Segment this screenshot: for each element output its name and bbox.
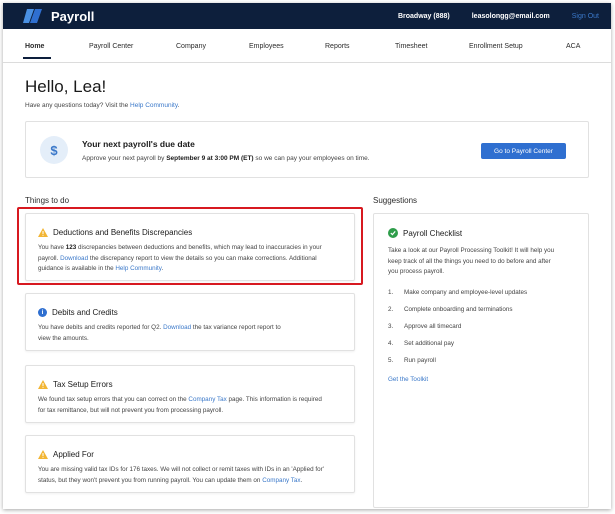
due-text-1: Approve your next payroll by bbox=[82, 155, 167, 162]
main-nav: Home Payroll Center Company Employees Re… bbox=[3, 29, 611, 63]
warning-icon bbox=[38, 450, 48, 459]
step-label: Make company and employee-level updates bbox=[404, 289, 528, 296]
nav-company[interactable]: Company bbox=[176, 43, 206, 50]
help-prompt-end: . bbox=[177, 102, 180, 109]
app-window: Payroll Broadway (888) leasolongg@email.… bbox=[3, 3, 611, 509]
checklist-step: 1. Make company and employee-level update… bbox=[388, 289, 527, 306]
active-tab-indicator bbox=[23, 57, 51, 59]
sign-out-link[interactable]: Sign Out bbox=[572, 13, 599, 20]
check-icon bbox=[388, 228, 398, 238]
debits-credits-card: i Debits and Credits You have debits and… bbox=[25, 293, 355, 351]
step-number: 1. bbox=[388, 289, 394, 296]
checklist-step: 3. Approve all timecard bbox=[388, 323, 527, 340]
tax-setup-card-title: Tax Setup Errors bbox=[53, 380, 113, 389]
body-text: view the amounts. bbox=[38, 334, 89, 342]
checklist-step: 4. Set additional pay bbox=[388, 340, 527, 357]
nav-enrollment-setup[interactable]: Enrollment Setup bbox=[469, 43, 523, 50]
things-to-do-heading: Things to do bbox=[25, 196, 70, 205]
step-number: 4. bbox=[388, 340, 394, 347]
nav-payroll-center[interactable]: Payroll Center bbox=[89, 43, 133, 50]
payroll-logo-icon[interactable] bbox=[23, 9, 43, 23]
info-icon: i bbox=[38, 308, 47, 317]
description-line: you process payroll. bbox=[388, 268, 444, 275]
body-text: You have debits and credits reported for… bbox=[38, 324, 164, 331]
description-line: keep track of all the things you need to… bbox=[388, 257, 551, 265]
step-number: 5. bbox=[388, 357, 394, 364]
payroll-due-card: $ Your next payroll's due date Approve y… bbox=[25, 121, 589, 178]
brand-name: Payroll bbox=[51, 8, 95, 24]
due-date: September 9 at 3:00 PM (ET) bbox=[166, 155, 254, 162]
checklist-title: Payroll Checklist bbox=[403, 228, 463, 238]
applied-for-card-head: Applied For bbox=[38, 450, 94, 459]
checklist-step: 2. Complete onboarding and terminations bbox=[388, 306, 527, 323]
tax-setup-card-body: We found tax setup errors that you can c… bbox=[38, 395, 322, 416]
applied-for-card-body: You are missing valid tax IDs for 176 ta… bbox=[38, 465, 324, 486]
tax-setup-card-head: Tax Setup Errors bbox=[38, 380, 113, 389]
applied-for-card: Applied For You are missing valid tax ID… bbox=[25, 435, 355, 493]
user-email[interactable]: leasolongg@email.com bbox=[472, 13, 550, 20]
debits-card-title: Debits and Credits bbox=[52, 308, 118, 317]
step-label: Approve all timecard bbox=[404, 323, 462, 330]
company-selector[interactable]: Broadway (888) bbox=[398, 13, 450, 20]
payroll-checklist-card: Payroll Checklist Take a look at our Pay… bbox=[373, 213, 589, 508]
warning-icon bbox=[38, 380, 48, 389]
step-number: 3. bbox=[388, 323, 394, 330]
highlight-box bbox=[17, 207, 363, 285]
help-community-link[interactable]: Help Community bbox=[130, 102, 178, 109]
body-text: You are missing valid tax IDs for 176 ta… bbox=[38, 466, 324, 473]
due-title: Your next payroll's due date bbox=[82, 139, 195, 149]
nav-home[interactable]: Home bbox=[25, 43, 44, 50]
help-prompt: Have any questions today? Visit the Help… bbox=[25, 102, 179, 109]
body-text: status, but they won't prevent you from … bbox=[38, 476, 263, 484]
body-text: page. This information is required bbox=[226, 396, 322, 403]
due-text: Approve your next payroll by September 9… bbox=[82, 155, 370, 162]
nav-employees[interactable]: Employees bbox=[249, 43, 284, 50]
suggestions-heading: Suggestions bbox=[373, 196, 418, 205]
dollar-icon: $ bbox=[40, 136, 68, 164]
body-text: for tax remittance, but will not prevent… bbox=[38, 406, 224, 414]
body-text: We found tax setup errors that you can c… bbox=[38, 396, 189, 403]
company-tax-link[interactable]: Company Tax bbox=[262, 477, 300, 484]
page-title: Hello, Lea! bbox=[25, 77, 107, 96]
applied-for-card-title: Applied For bbox=[53, 450, 94, 459]
step-label: Complete onboarding and terminations bbox=[404, 306, 513, 313]
help-prompt-text: Have any questions today? Visit the bbox=[25, 102, 131, 109]
debits-card-body: You have debits and credits reported for… bbox=[38, 323, 281, 344]
body-text: . bbox=[300, 476, 303, 484]
step-label: Run payroll bbox=[404, 357, 436, 364]
download-tax-variance-link[interactable]: Download bbox=[163, 324, 191, 331]
debits-card-head: i Debits and Credits bbox=[38, 308, 118, 317]
checklist-step: 5. Run payroll bbox=[388, 357, 527, 374]
tax-setup-card: Tax Setup Errors We found tax setup erro… bbox=[25, 365, 355, 423]
due-text-2: so we can pay your employees on time. bbox=[253, 155, 370, 162]
checklist-steps: 1. Make company and employee-level update… bbox=[388, 289, 527, 374]
top-header: Payroll Broadway (888) leasolongg@email.… bbox=[3, 3, 611, 29]
nav-reports[interactable]: Reports bbox=[325, 43, 350, 50]
get-toolkit-link[interactable]: Get the Toolkit bbox=[388, 376, 428, 383]
checklist-head: Payroll Checklist bbox=[388, 228, 462, 238]
nav-aca[interactable]: ACA bbox=[566, 43, 580, 50]
go-to-payroll-center-button[interactable]: Go to Payroll Center bbox=[481, 143, 566, 159]
description-line: Take a look at our Payroll Processing To… bbox=[388, 247, 555, 254]
step-label: Set additional pay bbox=[404, 340, 455, 347]
body-text: the tax variance report report to bbox=[191, 324, 281, 331]
checklist-description: Take a look at our Payroll Processing To… bbox=[388, 246, 574, 278]
nav-timesheet[interactable]: Timesheet bbox=[395, 43, 427, 50]
step-number: 2. bbox=[388, 306, 394, 313]
company-tax-link[interactable]: Company Tax bbox=[188, 396, 226, 403]
